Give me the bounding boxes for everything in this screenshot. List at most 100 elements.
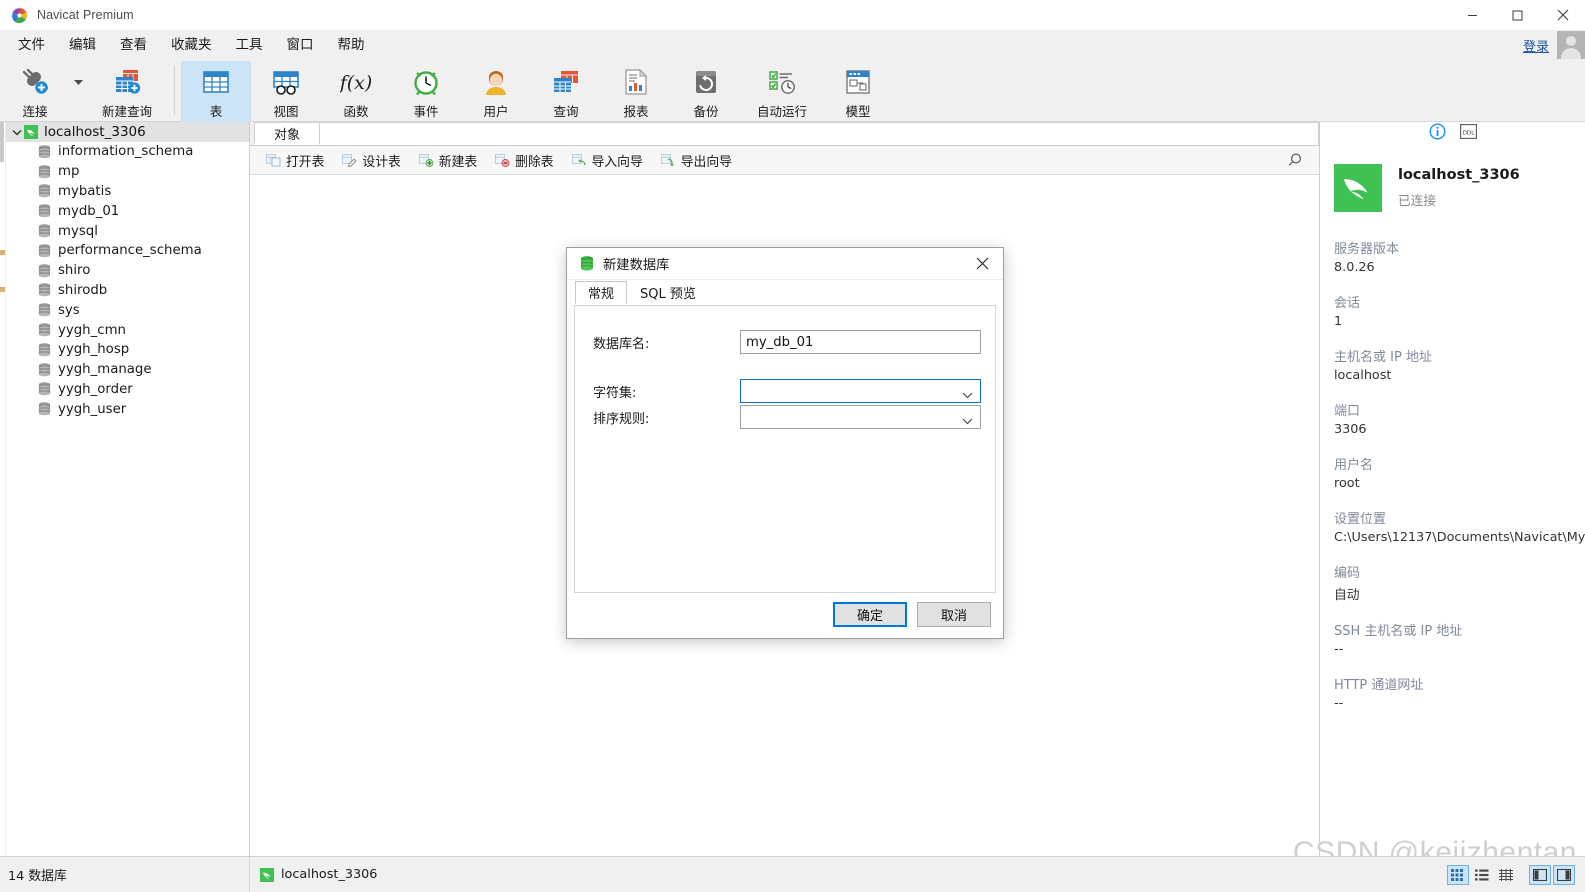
toolbar-button-model[interactable]: 模型 (823, 61, 893, 122)
toolbar-button-new-query[interactable]: 新建查询 (86, 61, 168, 122)
menu-item-view[interactable]: 查看 (108, 33, 159, 57)
toolbar-button-table[interactable]: 表 (181, 61, 251, 122)
tree-node-label: information_schema (58, 144, 194, 160)
dialog-close-button[interactable] (961, 248, 1003, 280)
tree-node-label: yygh_cmn (58, 322, 126, 338)
charset-select[interactable] (740, 379, 981, 403)
close-button[interactable] (1540, 0, 1585, 31)
info-icon[interactable] (1428, 123, 1446, 145)
connection-summary: localhost_3306 已连接 (1334, 164, 1571, 212)
info-row: 端口 3306 (1334, 400, 1571, 437)
list-view-icon[interactable] (1471, 865, 1493, 885)
mysql-connection-icon (260, 867, 274, 882)
dialog-title: 新建数据库 (603, 258, 670, 273)
toolbar-button-view[interactable]: 视图 (251, 61, 321, 122)
toolbar-label-view: 视图 (273, 104, 299, 119)
tree-node-database[interactable]: mysql (6, 221, 249, 241)
navicat-logo-icon (11, 7, 28, 24)
event-icon (411, 66, 441, 98)
avatar[interactable] (1557, 31, 1585, 59)
tabstrip-filler (320, 122, 1319, 145)
login-zone: 登录 (1523, 31, 1585, 59)
status-db-count: 14 数据库 (0, 856, 250, 892)
object-button-open-table[interactable]: 打开表 (258, 149, 332, 172)
info-row-value: 1 (1334, 314, 1343, 329)
tree-node-database[interactable]: performance_schema (6, 241, 249, 261)
toolbar-button-backup[interactable]: 备份 (671, 61, 741, 122)
tree-node-database[interactable]: shiro (6, 261, 249, 281)
dialog-field-db-name: 数据库名: (575, 330, 995, 354)
search-icon[interactable] (1287, 152, 1303, 173)
tree-node-database[interactable]: yygh_hosp (6, 340, 249, 360)
dialog-title-bar: 新建数据库 (567, 248, 1003, 280)
tab-objects[interactable]: 对象 (254, 122, 320, 145)
object-button-delete-table[interactable]: 删除表 (487, 149, 561, 172)
toolbar-button-connection[interactable]: 连接 (0, 61, 70, 122)
toolbar-button-user[interactable]: 用户 (461, 61, 531, 122)
info-connection-state: 已连接 (1398, 193, 1437, 208)
toolbar-button-report[interactable]: 报表 (601, 61, 671, 122)
tree-root-localhost[interactable]: localhost_3306 (6, 122, 249, 142)
object-button-export-wizard[interactable]: 导出向导 (653, 149, 740, 172)
toolbar-label-model: 模型 (845, 104, 871, 119)
connection-dropdown-arrow[interactable] (70, 61, 86, 122)
tree-node-database[interactable]: mybatis (6, 182, 249, 202)
database-name-input[interactable] (740, 330, 981, 354)
maximize-button[interactable] (1495, 0, 1540, 31)
left-pane-icon[interactable] (1529, 864, 1551, 885)
info-row: 用户名 root (1334, 454, 1571, 491)
dialog-tab-general[interactable]: 常规 (575, 281, 628, 304)
database-icon (38, 263, 51, 278)
database-icon (38, 224, 51, 238)
login-link[interactable]: 登录 (1523, 36, 1549, 55)
menu-item-edit[interactable]: 编辑 (57, 33, 108, 57)
tree-node-database[interactable]: yygh_user (6, 399, 249, 419)
toolbar-button-automation[interactable]: 自动运行 (741, 61, 823, 122)
menu-item-help[interactable]: 帮助 (326, 33, 377, 57)
ddl-icon[interactable]: DDL (1459, 124, 1477, 144)
rail-marker (0, 250, 5, 255)
tree-node-label: performance_schema (58, 243, 202, 259)
dialog-tab-sql-preview[interactable]: SQL 预览 (627, 281, 709, 304)
tree-node-database[interactable]: mydb_01 (6, 201, 249, 221)
chevron-down-icon[interactable] (10, 129, 24, 136)
menu-item-tools[interactable]: 工具 (224, 33, 275, 57)
toolbar-separator (174, 65, 175, 115)
database-icon (38, 184, 51, 198)
tree-node-database[interactable]: sys (6, 300, 249, 320)
detail-view-icon[interactable] (1495, 865, 1517, 885)
info-row-key: 服务器版本 (1334, 242, 1400, 257)
tree-node-label: mp (58, 164, 80, 180)
tree-node-label: mysql (58, 223, 98, 239)
tree-node-label: shiro (58, 263, 91, 279)
scroll-thumb[interactable] (0, 122, 4, 162)
grid-view-icon[interactable] (1447, 864, 1469, 885)
menu-item-window[interactable]: 窗口 (275, 33, 326, 57)
dialog-ok-button[interactable]: 确定 (833, 602, 907, 627)
tree-node-database[interactable]: yygh_cmn (6, 320, 249, 340)
info-row-value: -- (1334, 642, 1344, 657)
object-button-design-table[interactable]: 设计表 (334, 149, 408, 172)
toolbar-button-function[interactable]: f(x) 函数 (321, 61, 391, 122)
title-bar: Navicat Premium (0, 0, 1585, 31)
tree-node-database[interactable]: yygh_order (6, 380, 249, 400)
dialog-cancel-button[interactable]: 取消 (917, 602, 991, 627)
info-panel-tabs: DDL (1320, 122, 1585, 146)
object-button-import-wizard[interactable]: 导入向导 (564, 149, 651, 172)
tree-node-database[interactable]: yygh_manage (6, 360, 249, 380)
toolbar-button-query[interactable]: 查询 (531, 61, 601, 122)
toolbar-button-event[interactable]: 事件 (391, 61, 461, 122)
menu-item-favorites[interactable]: 收藏夹 (159, 33, 224, 57)
database-icon (38, 362, 51, 377)
tree-node-database[interactable]: information_schema (6, 142, 249, 162)
tree-node-database[interactable]: mp (6, 162, 249, 182)
tree-node-database[interactable]: shirodb (6, 281, 249, 301)
menu-item-file[interactable]: 文件 (6, 33, 57, 57)
collation-select[interactable] (740, 405, 981, 429)
mysql-connection-icon (24, 125, 38, 139)
minimize-button[interactable] (1450, 0, 1495, 31)
object-toolbar: 打开表 设计表 新建表 删除表 导入向导 导出向导 (250, 146, 1319, 175)
database-icon (38, 323, 51, 337)
object-button-new-table[interactable]: 新建表 (411, 149, 485, 172)
right-pane-icon[interactable] (1553, 864, 1575, 885)
